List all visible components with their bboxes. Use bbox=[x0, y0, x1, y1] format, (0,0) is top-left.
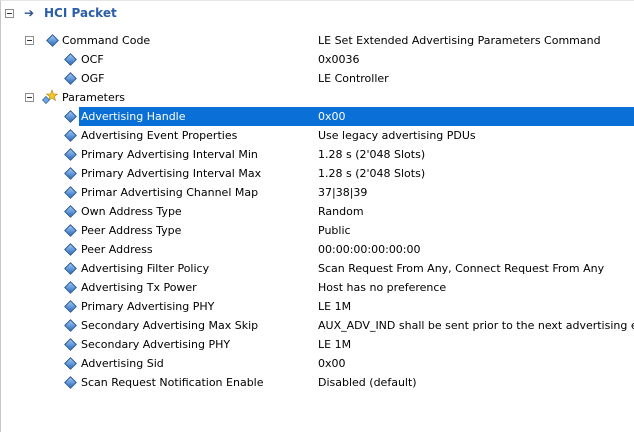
field-diamond-icon bbox=[64, 281, 77, 294]
tree-row-parameter[interactable]: Advertising Event Properties Use legacy a… bbox=[0, 126, 634, 145]
field-name: Primary Advertising Interval Max bbox=[81, 167, 262, 180]
field-diamond-icon bbox=[64, 148, 77, 161]
field-name: Scan Request Notification Enable bbox=[81, 376, 264, 389]
tree-row-command-code[interactable]: Command Code LE Set Extended Advertising… bbox=[0, 31, 634, 50]
field-name: Parameters bbox=[62, 91, 125, 104]
field-value: 0x0036 bbox=[318, 53, 360, 66]
field-value: Disabled (default) bbox=[318, 376, 417, 389]
field-diamond-icon bbox=[46, 34, 59, 47]
tree-row-parameter[interactable]: Primary Advertising Interval Max 1.28 s (… bbox=[0, 164, 634, 183]
packet-title: HCI Packet bbox=[44, 6, 117, 20]
tree-row-parameter[interactable]: Primary Advertising Interval Min 1.28 s (… bbox=[0, 145, 634, 164]
field-diamond-icon bbox=[64, 53, 77, 66]
field-value: 37|38|39 bbox=[318, 186, 368, 199]
tree-row-parameter[interactable]: Advertising Sid 0x00 bbox=[0, 354, 634, 373]
collapse-toggle-icon[interactable] bbox=[5, 9, 14, 18]
field-value: 00:00:00:00:00:00 bbox=[318, 243, 421, 256]
arrow-right-icon: ➔ bbox=[24, 6, 35, 20]
tree-row-parameter[interactable]: Peer Address Type Public bbox=[0, 221, 634, 240]
field-name: Secondary Advertising PHY bbox=[81, 338, 231, 351]
field-diamond-icon bbox=[64, 357, 77, 370]
field-diamond-icon bbox=[64, 205, 77, 218]
field-value: Use legacy advertising PDUs bbox=[318, 129, 476, 142]
tree-row-parameters[interactable]: Parameters bbox=[0, 88, 634, 107]
field-value: Public bbox=[318, 224, 351, 237]
field-value: LE Set Extended Advertising Parameters C… bbox=[318, 34, 601, 47]
tree-row-parameter[interactable]: Peer Address 00:00:00:00:00:00 bbox=[0, 240, 634, 259]
field-diamond-icon bbox=[64, 186, 77, 199]
field-name: Primar Advertising Channel Map bbox=[81, 186, 259, 199]
field-name: Advertising Tx Power bbox=[81, 281, 197, 294]
parameters-group-icon bbox=[42, 89, 58, 104]
tree-row-ogf[interactable]: OGF LE Controller bbox=[0, 69, 634, 88]
field-diamond-icon bbox=[64, 376, 77, 389]
field-value: 0x00 bbox=[318, 357, 346, 370]
collapse-toggle-icon[interactable] bbox=[25, 36, 34, 45]
field-value: LE 1M bbox=[318, 300, 352, 313]
field-name: Own Address Type bbox=[81, 205, 182, 218]
field-diamond-icon bbox=[64, 129, 77, 142]
field-name: Advertising Event Properties bbox=[81, 129, 238, 142]
field-value: 1.28 s (2'048 Slots) bbox=[318, 167, 426, 180]
tree-row-ocf[interactable]: OCF 0x0036 bbox=[0, 50, 634, 69]
field-name: Primary Advertising PHY bbox=[81, 300, 215, 313]
field-name: Command Code bbox=[62, 34, 151, 47]
field-diamond-icon bbox=[64, 262, 77, 275]
field-name: Secondary Advertising Max Skip bbox=[81, 319, 259, 332]
field-value: Random bbox=[318, 205, 364, 218]
tree-row-parameter[interactable]: Primar Advertising Channel Map 37|38|39 bbox=[0, 183, 634, 202]
field-diamond-icon bbox=[64, 72, 77, 85]
packet-header[interactable]: ➔ HCI Packet bbox=[0, 0, 634, 28]
tree-row-parameter[interactable]: Primary Advertising PHY LE 1M bbox=[0, 297, 634, 316]
field-value: Scan Request From Any, Connect Request F… bbox=[318, 262, 605, 275]
field-diamond-icon bbox=[64, 338, 77, 351]
field-name: Peer Address Type bbox=[81, 224, 182, 237]
tree-row-parameter[interactable]: Secondary Advertising Max Skip AUX_ADV_IN… bbox=[0, 316, 634, 335]
tree-row-parameter[interactable]: Own Address Type Random bbox=[0, 202, 634, 221]
field-name: Primary Advertising Interval Min bbox=[81, 148, 258, 161]
field-name: OCF bbox=[81, 53, 104, 66]
field-value: 0x00 bbox=[318, 110, 346, 123]
field-diamond-icon bbox=[64, 110, 77, 123]
field-name: Advertising Handle bbox=[81, 110, 186, 123]
field-name: Peer Address bbox=[81, 243, 153, 256]
field-diamond-icon bbox=[64, 300, 77, 313]
tree-row-parameter[interactable]: Advertising Tx Power Host has no preferen… bbox=[0, 278, 634, 297]
tree-row-parameter[interactable]: Advertising Handle 0x00 bbox=[0, 107, 634, 126]
field-value: AUX_ADV_IND shall be sent prior to the n… bbox=[318, 319, 634, 332]
field-name: OGF bbox=[81, 72, 105, 85]
field-name: Advertising Filter Policy bbox=[81, 262, 210, 275]
field-value: 1.28 s (2'048 Slots) bbox=[318, 148, 426, 161]
field-name: Advertising Sid bbox=[81, 357, 164, 370]
field-value: LE 1M bbox=[318, 338, 352, 351]
tree-row-parameter[interactable]: Advertising Filter Policy Scan Request Fr… bbox=[0, 259, 634, 278]
field-value: LE Controller bbox=[318, 72, 389, 85]
tree-row-parameter[interactable]: Secondary Advertising PHY LE 1M bbox=[0, 335, 634, 354]
field-diamond-icon bbox=[64, 167, 77, 180]
collapse-toggle-icon[interactable] bbox=[25, 93, 34, 102]
field-diamond-icon bbox=[64, 243, 77, 256]
field-value: Host has no preference bbox=[318, 281, 447, 294]
field-diamond-icon bbox=[64, 224, 77, 237]
field-diamond-icon bbox=[64, 319, 77, 332]
tree-row-parameter[interactable]: Scan Request Notification Enable Disabled… bbox=[0, 373, 634, 392]
